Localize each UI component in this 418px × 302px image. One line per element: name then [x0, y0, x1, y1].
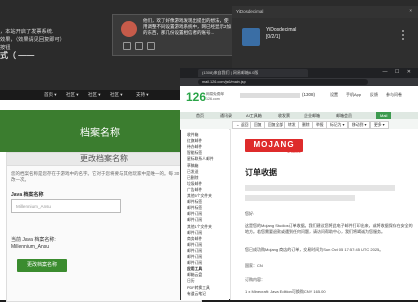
more-button[interactable]: 更多 ▾ [370, 121, 389, 129]
current-name: 当前 Java 档案名称: Millennium_Ansu [11, 237, 56, 250]
app-link[interactable]: 手机App [346, 92, 361, 98]
mail-content: MOJANG STUDIOS 订单收据 您好: 这是您的Mojang Studi… [230, 129, 418, 300]
background-text: ，本站开启了发票系统. 效果，（效果请见回复即可） 按钮 [0, 29, 65, 51]
nav-item[interactable]: 社区 ▾ [88, 92, 101, 98]
java-name-label: Java 档案名称 [11, 192, 44, 198]
more-options-icon[interactable] [400, 28, 406, 42]
move-to-button[interactable]: 移动到 ▾ [348, 121, 371, 129]
sidebar-item[interactable]: 已删除 [187, 176, 198, 181]
background-section-title: 式（ —— [0, 51, 35, 60]
sidebar-item[interactable]: 日历 [187, 279, 195, 284]
order-time: 您已成功购Mojang 商店的订单，交易时间为Sun Oct 05 17:57:… [245, 247, 384, 252]
redacted-block [245, 195, 355, 201]
sidebar-item[interactable]: 待办邮件 [187, 145, 202, 150]
page-title: 档案名称 [80, 128, 120, 139]
sidebar-item[interactable]: 其他1个文件夹 [187, 225, 212, 230]
sidebar-item[interactable]: 广告邮件 [187, 188, 202, 193]
sidebar-item[interactable]: 收件箱 [187, 133, 198, 138]
user-panel: YiDosdecimal [0/2/1] [232, 18, 418, 70]
notification-bar: YiDosdecimal × [232, 6, 418, 18]
sidebar-item[interactable]: 邮件订阅 [187, 249, 202, 254]
sidebar-item[interactable]: 邮件标签 [187, 200, 202, 205]
email-title: 订单收据 [245, 168, 277, 177]
sidebar-item[interactable]: 其他5个文件夹 [187, 194, 212, 199]
sidebar-item[interactable]: 邮件订阅 [187, 243, 202, 248]
sidebar-item[interactable]: 邮件订阅 [187, 212, 202, 217]
sidebar-item[interactable]: 邮件标签 [187, 206, 202, 211]
site-nav: 首页 ▾ 社区 ▾ 社区 ▾ 社区 ▾ 支持 ▾ [0, 90, 200, 100]
order-label: 订购内容： [245, 277, 265, 282]
profile-name-input[interactable]: Millennium_Ansu [11, 199, 121, 213]
sidebar-item[interactable]: 有道云笔记 [187, 292, 206, 297]
sidebar-item[interactable]: 智能标签 [187, 151, 202, 156]
sidebar-item[interactable]: 红旗邮件 [187, 139, 202, 144]
browser-titlebar: (1308)来自我们 | 网易邮箱6.0版 — ☐ ✕ [180, 68, 418, 78]
change-name-button[interactable]: 更改档案名称 [17, 259, 67, 272]
sidebar-item[interactable]: 草稿箱 [187, 164, 198, 169]
close-icon[interactable]: × [409, 8, 412, 13]
nav-item[interactable]: 社区 ▾ [66, 92, 79, 98]
country: 国家：CN [245, 263, 263, 268]
card-title: 更改档案名称 [7, 153, 201, 166]
image-icon[interactable] [123, 42, 131, 50]
mark-as-button[interactable]: 标记为 ▾ [326, 121, 349, 129]
user-name: YiDosdecimal [0/2/1] [266, 27, 297, 40]
hero-banner: 档案名称 [0, 110, 200, 152]
redacted-block [245, 185, 395, 191]
chat-message: 他们，欢了好像游戏发现出提出的想法，使用调整不同设置游戏系统中，网已经显示2加的… [143, 18, 232, 35]
nav-item[interactable]: 社区 ▾ [110, 92, 123, 98]
nav-item[interactable]: 首页 ▾ [44, 92, 57, 98]
mail-header: 126 网易免费邮 126.com (1308) 设置 手机App 反馈 参与问… [180, 86, 418, 112]
sidebar-item[interactable]: 邮件订阅 [187, 218, 202, 223]
address-bar-area: mail.126.com/js6/main.jsp [180, 78, 418, 86]
card-description: 您的档案名称是您存在于游戏中的名字。它对于您将要与其他玩家中是唯一的。每 30 … [11, 171, 199, 182]
settings-link[interactable]: 设置 [330, 92, 338, 98]
order-item: 1 x Minecraft: Java Edition可换购CNY 165.00 [245, 289, 326, 294]
logo-subtitle: 网易免费邮 126.com [206, 92, 224, 101]
chat-popup[interactable]: 他们，欢了好像游戏发现出提出的想法，使用调整不同设置游戏系统中，网已经显示2加的… [112, 14, 234, 56]
survey-link[interactable]: 参与问卷 [386, 92, 402, 98]
sidebar-item[interactable]: 邮件订阅 [187, 231, 202, 236]
sidebar-item[interactable]: 邮件订阅 [187, 261, 202, 266]
sidebar-item[interactable]: 应用工具 [187, 267, 202, 272]
mail-sidebar: 收件箱 红旗邮件 待办邮件 智能标签 星标联系人邮件 草稿箱 已发送 已删除 垃圾邮件 广告邮件其… [181, 129, 229, 300]
greeting: 您好: [245, 211, 255, 216]
sidebar-item[interactable]: 垃圾邮件 [187, 182, 202, 187]
more-icon[interactable] [147, 42, 155, 50]
avatar [121, 21, 137, 37]
window-controls[interactable]: — ☐ ✕ [383, 69, 414, 75]
sidebar-item[interactable]: PDF转换工具 [187, 286, 210, 291]
account-name [240, 93, 300, 98]
sidebar-item[interactable]: 星标联系人邮件 [187, 157, 214, 162]
unread-count: (1308) [302, 92, 316, 97]
receipt-text: 这是您的Mojang Studios订单收据。我们建议您将此电子邮件打印出来，或… [245, 223, 413, 234]
feedback-link[interactable]: 反馈 [370, 92, 378, 98]
nav-item[interactable]: 支持 ▾ [136, 92, 149, 98]
sidebar-item[interactable]: 已发送 [187, 170, 198, 175]
browser-tab[interactable]: (1308)来自我们 | 网易邮箱6.0版 [198, 69, 308, 77]
mojang-logo: MOJANG STUDIOS [245, 139, 303, 154]
tab-mail[interactable]: Mail [376, 112, 392, 119]
sidebar-item[interactable]: 邮件订阅 [187, 255, 202, 260]
notification-title: YiDosdecimal [236, 9, 264, 14]
avatar [242, 28, 260, 46]
mail-tabs: 首页 通讯录 AI工具箱 收发票 企业邮箱 邮箱会员 Mail [180, 112, 418, 119]
sidebar-item[interactable]: 邮箱云盘 [187, 273, 202, 278]
rename-card: 更改档案名称 您的档案名称是您存在于游戏中的名字。它对于您将要与其他玩家中是唯一… [6, 152, 202, 302]
emoji-icon[interactable] [135, 42, 143, 50]
sidebar-item[interactable]: 商务邮件 [187, 237, 202, 242]
logo: 126 [186, 90, 207, 104]
address-bar[interactable]: mail.126.com/js6/main.jsp [198, 79, 368, 85]
